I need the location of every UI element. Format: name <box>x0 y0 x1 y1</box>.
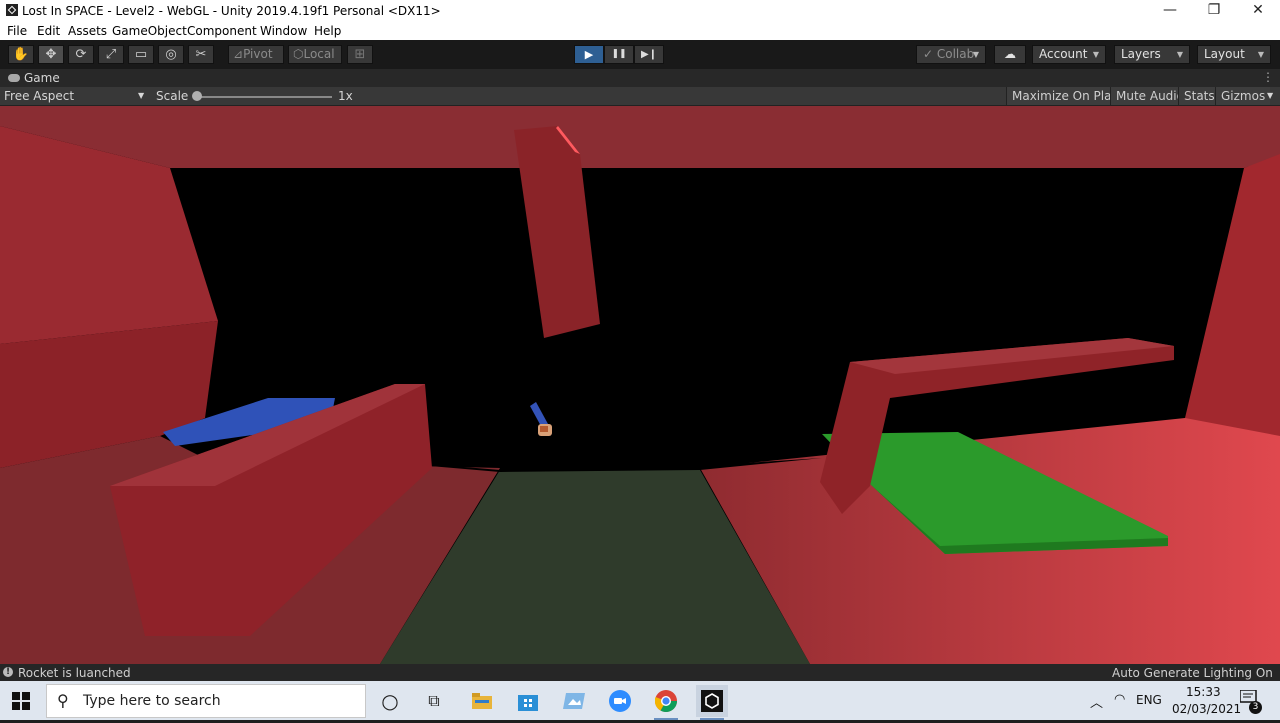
maximize-on-play-button[interactable]: Maximize On Play <box>1006 87 1124 105</box>
menu-assets[interactable]: Assets <box>68 24 107 38</box>
pause-button[interactable]: ❚❚ <box>604 45 634 64</box>
grid-snap-icon[interactable]: ⊞ <box>347 45 373 64</box>
wifi-icon[interactable]: ◠ <box>1114 692 1125 707</box>
layers-label: Layers <box>1121 47 1161 61</box>
layout-dropdown[interactable]: Layout ▼ <box>1197 45 1271 64</box>
chevron-down-icon: ▼ <box>972 50 979 59</box>
search-icon: ⚲ <box>57 691 69 710</box>
taskbar-search-box[interactable]: ⚲ Type here to search <box>46 684 366 718</box>
local-toggle[interactable]: ⬡Local <box>288 45 342 64</box>
show-hidden-icons-chevron-icon[interactable]: ︿ <box>1090 692 1103 711</box>
ceiling-wall <box>0 106 1280 168</box>
scale-value: 1x <box>338 89 353 103</box>
menu-edit[interactable]: Edit <box>37 24 60 38</box>
chevron-down-icon[interactable]: ▼ <box>1267 91 1273 100</box>
clock-time[interactable]: 15:33 <box>1186 685 1221 699</box>
pivot-label: Pivot <box>243 47 273 61</box>
minimize-button[interactable]: — <box>1148 0 1192 22</box>
menu-gameobject[interactable]: GameObject <box>112 24 187 38</box>
menu-help[interactable]: Help <box>314 24 341 38</box>
scale-slider-handle[interactable] <box>192 91 202 101</box>
game-tab-bar: Game ⋮ <box>0 69 1280 87</box>
lighting-status: Auto Generate Lighting On <box>1112 666 1273 680</box>
menu-bar: File Edit Assets GameObject Component Wi… <box>0 22 1280 40</box>
clock-date[interactable]: 02/03/2021 <box>1172 702 1241 716</box>
chrome-icon[interactable] <box>650 685 682 720</box>
stats-button[interactable]: Stats <box>1178 87 1220 105</box>
more-options-icon[interactable]: ⋮ <box>1262 70 1274 84</box>
move-tool-icon[interactable]: ✥ <box>38 45 64 64</box>
menu-file[interactable]: File <box>7 24 27 38</box>
menu-component[interactable]: Component <box>187 24 257 38</box>
console-status-message[interactable]: Rocket is luanched <box>18 666 131 680</box>
layout-label: Layout <box>1204 47 1245 61</box>
notification-count-badge: 3 <box>1249 701 1262 714</box>
status-bar: ! Rocket is luanched Auto Generate Light… <box>0 664 1280 681</box>
cloud-icon: ☁ <box>1004 47 1016 61</box>
tab-game[interactable]: Game <box>24 71 60 85</box>
chevron-down-icon[interactable]: ▼ <box>138 91 144 100</box>
info-icon: ! <box>3 667 13 677</box>
scale-tool-icon[interactable]: ⤢ <box>98 45 124 64</box>
main-toolbar: ✋ ✥ ⟳ ⤢ ▭ ◎ ✂ ⊿Pivot ⬡Local ⊞ ▶ ❚❚ ▶❙ ✓ … <box>0 40 1280 69</box>
unity-app-icon <box>6 4 18 16</box>
windows-start-icon[interactable] <box>12 692 30 710</box>
chevron-down-icon: ▼ <box>1257 50 1264 59</box>
scene-render <box>0 106 1280 664</box>
step-button[interactable]: ▶❙ <box>634 45 664 64</box>
rect-tool-icon[interactable]: ▭ <box>128 45 154 64</box>
close-button[interactable]: ✕ <box>1236 0 1280 22</box>
scale-label: Scale <box>156 89 189 103</box>
scale-slider-track[interactable] <box>197 96 332 98</box>
hand-tool-icon[interactable]: ✋ <box>8 45 34 64</box>
game-viewport[interactable] <box>0 106 1280 664</box>
cortana-icon[interactable]: ○ <box>374 685 406 717</box>
window-title: Lost In SPACE - Level2 - WebGL - Unity 2… <box>22 4 441 18</box>
zoom-icon[interactable] <box>604 685 636 717</box>
search-placeholder: Type here to search <box>83 693 221 709</box>
account-dropdown[interactable]: Account ▼ <box>1032 45 1106 64</box>
custom-tool-icon[interactable]: ✂ <box>188 45 214 64</box>
pivot-toggle[interactable]: ⊿Pivot <box>228 45 284 64</box>
game-view-controls: Free Aspect ▼ Scale 1x Maximize On Play … <box>0 87 1280 106</box>
collab-label: Collab <box>936 47 975 61</box>
pivot-icon: ⊿ <box>233 47 244 61</box>
rotate-tool-icon[interactable]: ⟳ <box>68 45 94 64</box>
gamepad-icon <box>8 74 20 82</box>
task-view-icon[interactable]: ⧉ <box>418 685 450 717</box>
photos-icon[interactable] <box>558 685 590 717</box>
local-label: Local <box>303 47 335 61</box>
collab-dropdown[interactable]: ✓ Collab ▼ <box>916 45 986 64</box>
chevron-down-icon: ▼ <box>1092 50 1099 59</box>
store-icon[interactable] <box>512 685 544 717</box>
account-label: Account <box>1039 47 1088 61</box>
restore-button[interactable]: ❐ <box>1192 0 1236 22</box>
windows-taskbar: ⚲ Type here to search ○ ⧉ ︿ ◠ ENG 15:33 … <box>0 681 1280 720</box>
transform-tool-icon[interactable]: ◎ <box>158 45 184 64</box>
aspect-dropdown[interactable]: Free Aspect <box>4 89 74 103</box>
file-explorer-icon[interactable] <box>466 685 498 717</box>
cube-icon: ⬡ <box>293 47 304 61</box>
chevron-down-icon: ▼ <box>1176 50 1183 59</box>
unity-taskbar-icon[interactable] <box>696 685 728 720</box>
menu-window[interactable]: Window <box>260 24 307 38</box>
play-button[interactable]: ▶ <box>574 45 604 64</box>
title-bar: Lost In SPACE - Level2 - WebGL - Unity 2… <box>0 0 1280 22</box>
layers-dropdown[interactable]: Layers ▼ <box>1114 45 1190 64</box>
cloud-button[interactable]: ☁ <box>994 45 1026 64</box>
check-icon: ✓ <box>923 47 937 61</box>
gizmos-dropdown[interactable]: Gizmos <box>1215 87 1271 105</box>
language-indicator[interactable]: ENG <box>1136 693 1162 707</box>
